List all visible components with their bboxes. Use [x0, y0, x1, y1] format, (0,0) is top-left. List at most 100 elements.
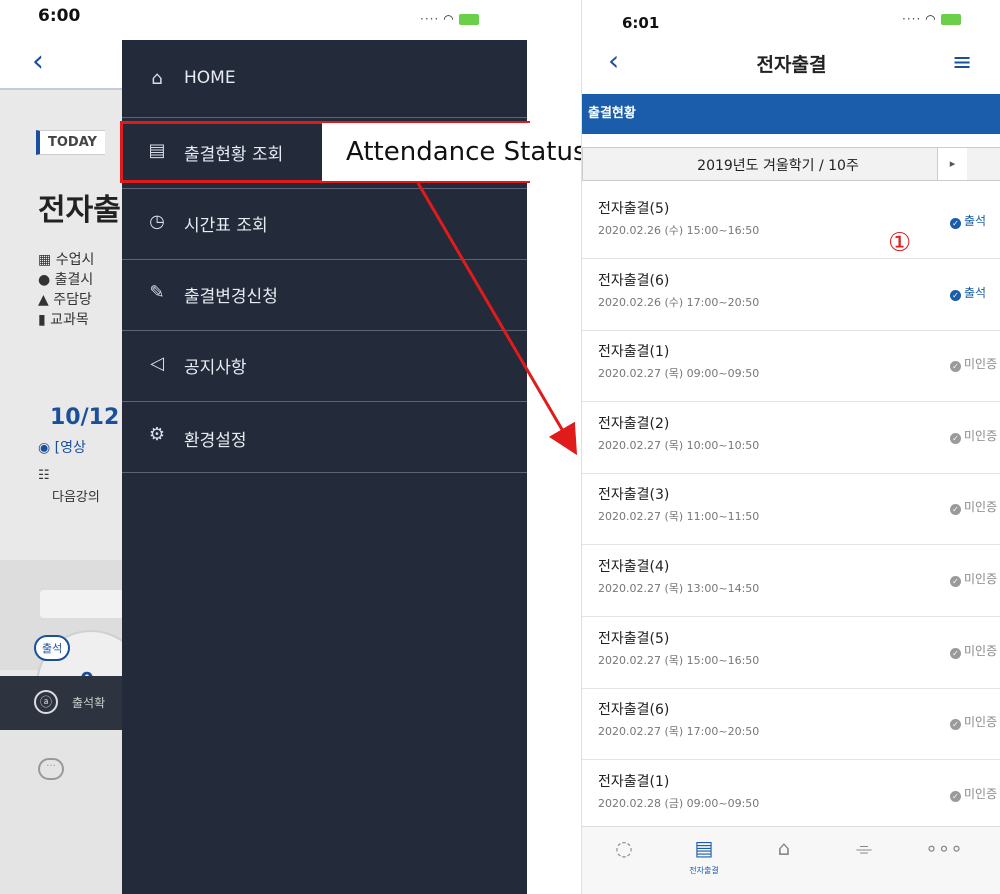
- semester-label: 2019년도 겨울학기 / 10주: [697, 158, 859, 174]
- graduation-cap-icon: ⌯: [856, 836, 872, 860]
- more-dots-icon: ∘∘∘: [925, 836, 963, 860]
- attendance-row[interactable]: 전자출결(4) 2020.02.27 (목) 13:00~14:50 ✓ 미인증: [582, 546, 1000, 617]
- alarm-clock-icon: ◷: [149, 211, 165, 232]
- status-icons: ···· ◠: [420, 12, 479, 26]
- attendance-row[interactable]: 전자출결(2) 2020.02.27 (목) 10:00~10:50 ✓ 미인증: [582, 403, 1000, 474]
- chat-icon: ◌: [615, 836, 633, 860]
- check-circle-icon: ✓: [950, 218, 961, 229]
- course-name: 전자출결(1): [598, 344, 670, 361]
- lecture-place: ◉ [영상: [38, 440, 86, 456]
- class-datetime: 2020.02.26 (수) 17:00~20:50: [598, 295, 760, 309]
- attendance-book-icon: ▤: [694, 836, 714, 860]
- status-time: 6:01: [622, 14, 660, 32]
- menu-item-settings[interactable]: ⚙ 환경설정: [122, 402, 527, 473]
- tab-label: 전자출결: [689, 866, 719, 875]
- attendance-status: ✓ 미인증: [950, 427, 997, 444]
- attendance-status: ✓ 출석: [950, 284, 986, 301]
- battery-icon: [458, 14, 479, 25]
- class-info: ▦ 수업시 ● 출결시 ▲ 주담당 ▮ 교과목: [38, 250, 94, 330]
- status-bar: 6:00 ···· ◠: [0, 0, 527, 40]
- bottom-tabbar: ◌ ▤ 전자출결 ⌂ ⌯ ∘∘∘: [582, 826, 1000, 894]
- user-icon: ⓐ: [34, 690, 58, 714]
- gears-icon: ⚙: [148, 424, 166, 445]
- wifi-icon: ◠: [925, 12, 937, 26]
- status-time: 6:00: [38, 6, 81, 26]
- edit-note-icon: ✎: [149, 282, 165, 303]
- pending-circle-icon: ✓: [950, 432, 961, 444]
- menu-item-label: 시간표 조회: [184, 216, 268, 236]
- check-circle-icon: ✓: [950, 289, 961, 301]
- attendance-row[interactable]: 전자출결(1) 2020.02.27 (목) 09:00~09:50 ✓ 미인증: [582, 331, 1000, 403]
- menu-item-notices[interactable]: ◁ 공지사항: [122, 331, 527, 402]
- page-title: 전자출결: [756, 54, 827, 76]
- home-icon: ⌂: [151, 68, 163, 89]
- info-line: ▦ 수업시: [38, 252, 95, 268]
- class-datetime: 2020.02.28 (금) 09:00~09:50: [598, 796, 760, 810]
- course-name: 전자출결(6): [598, 702, 670, 719]
- wifi-icon: ◠: [443, 12, 455, 26]
- back-icon[interactable]: ‹: [32, 44, 44, 79]
- menu-item-label: HOME: [184, 68, 236, 88]
- menu-item-label: 공지사항: [184, 358, 247, 378]
- next-week-button[interactable]: ▸: [937, 148, 967, 180]
- status-icons: ···· ◠: [902, 12, 961, 26]
- pending-circle-icon: ✓: [950, 504, 961, 516]
- info-line: ● 출결시: [38, 272, 94, 288]
- attendance-status: ✓ 미인증: [950, 785, 997, 802]
- course-name: 전자출결(6): [598, 272, 670, 289]
- attendance-status: ✓ 미인증: [950, 642, 997, 659]
- menu-item-label: 환경설정: [184, 431, 247, 451]
- attendance-status: ✓ 미인증: [950, 498, 997, 516]
- course-name: 전자출결(3): [598, 487, 670, 504]
- attendance-row[interactable]: 전자출결(5) 2020.02.26 (수) 15:00~16:50 ✓ 출석: [582, 188, 1000, 259]
- hamburger-menu-icon[interactable]: ≡: [952, 48, 972, 76]
- tab-academic[interactable]: ⌯: [834, 835, 894, 865]
- course-name: 전자출결(4): [598, 559, 670, 575]
- class-datetime: 2020.02.27 (목) 13:00~14:50: [598, 582, 760, 595]
- tab-attendance[interactable]: ▤ 전자출결: [674, 835, 734, 876]
- attendance-chip: 출석: [34, 635, 71, 661]
- class-datetime: 2020.02.27 (목) 17:00~20:50: [598, 725, 760, 739]
- attendance-row[interactable]: 전자출결(3) 2020.02.27 (목) 11:00~11:50 ✓ 미인증: [582, 474, 1000, 546]
- info-line: ▲ 주담당: [38, 292, 92, 308]
- annotation-marker: ①: [888, 228, 912, 258]
- tab-more[interactable]: ∘∘∘: [914, 835, 974, 865]
- tab-home[interactable]: ⌂: [754, 835, 814, 865]
- home-icon: ⌂: [777, 836, 791, 860]
- chat-icon[interactable]: ···: [38, 758, 64, 780]
- info-line: ▮ 교과목: [38, 312, 89, 328]
- attendance-status: ✓ 미인증: [950, 570, 997, 587]
- menu-item-label: 출결변경신청: [184, 287, 278, 307]
- class-datetime: 2020.02.27 (목) 11:00~11:50: [598, 510, 760, 524]
- section-header: 출결현황: [582, 94, 1000, 134]
- menu-item-home[interactable]: ⌂ HOME: [122, 40, 527, 118]
- course-name: 전자출결(1): [598, 773, 670, 790]
- course-name: 전자출결(2): [598, 415, 670, 432]
- schedule-icon: ☷: [38, 468, 50, 483]
- page-title: 전자출: [38, 193, 121, 228]
- attendance-row[interactable]: 전자출결(5) 2020.02.27 (목) 15:00~16:50 ✓ 미인증: [582, 618, 1000, 689]
- pending-circle-icon: ✓: [950, 361, 961, 373]
- course-name: 전자출결(5): [598, 201, 670, 217]
- attendance-row[interactable]: 전자출결(6) 2020.02.26 (수) 17:00~20:50 ✓ 출석: [582, 260, 1000, 331]
- class-datetime: 2020.02.27 (목) 10:00~10:50: [598, 438, 760, 452]
- app-header: ‹ 전자출결 ≡: [582, 40, 1000, 84]
- today-tag: TODAY: [36, 130, 105, 155]
- menu-item-attendance-change[interactable]: ✎ 출결변경신청: [122, 260, 527, 331]
- pending-circle-icon: ✓: [950, 647, 961, 659]
- tab-chat[interactable]: ◌: [594, 835, 654, 865]
- attendance-row[interactable]: 전자출결(1) 2020.02.28 (금) 09:00~09:50 ✓ 미인증: [582, 761, 1000, 832]
- pending-circle-icon: ✓: [950, 576, 961, 587]
- status-bar: 6:01 ···· ◠: [582, 0, 1000, 40]
- check-bar-label: 출석확: [72, 696, 106, 710]
- menu-item-timetable[interactable]: ◷ 시간표 조회: [122, 189, 527, 260]
- course-name: 전자출결(5): [598, 630, 670, 647]
- attendance-status: ✓ 출석: [950, 212, 986, 229]
- right-phone-screen: 6:01 ···· ◠ ‹ 전자출결 ≡ 출결현황 2019년도 겨울학기 / 1…: [581, 0, 1000, 894]
- attendance-row[interactable]: 전자출결(6) 2020.02.27 (목) 17:00~20:50 ✓ 미인증: [582, 689, 1000, 761]
- semester-selector: 2019년도 겨울학기 / 10주 ▸: [582, 147, 1000, 181]
- battery-icon: [940, 14, 961, 25]
- class-datetime: 2020.02.27 (목) 15:00~16:50: [598, 653, 760, 667]
- pending-circle-icon: ✓: [950, 719, 961, 731]
- attendance-status: ✓ 미인증: [950, 713, 997, 731]
